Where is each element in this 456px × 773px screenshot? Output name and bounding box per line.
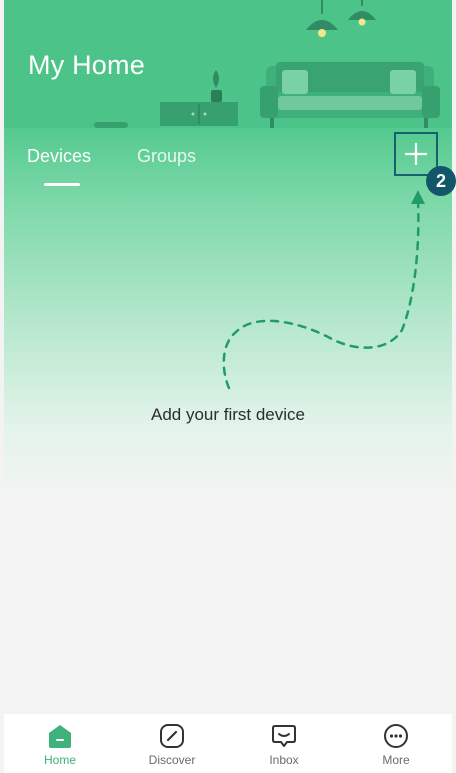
page-title: My Home xyxy=(28,50,145,80)
inbox-icon xyxy=(272,725,296,747)
nav-discover-label: Discover xyxy=(148,753,196,767)
nav-inbox[interactable]: Inbox xyxy=(228,714,340,773)
empty-state-message: Add your first device xyxy=(150,405,305,424)
step-badge: 2 xyxy=(426,166,456,196)
nav-discover[interactable]: Discover xyxy=(116,714,228,773)
plus-icon xyxy=(404,142,428,166)
app-screen: My Home Devices Groups 2 Add your first … xyxy=(0,0,456,773)
home-icon xyxy=(49,725,71,748)
more-icon xyxy=(384,724,408,748)
active-tab-indicator xyxy=(44,183,80,186)
header-banner: My Home xyxy=(4,0,452,128)
nav-more-label: More xyxy=(382,753,410,767)
nav-more[interactable]: More xyxy=(340,714,452,773)
tab-bar: Devices Groups xyxy=(4,140,452,190)
compass-icon xyxy=(160,724,184,748)
nav-home[interactable]: Home xyxy=(4,714,116,773)
nav-inbox-label: Inbox xyxy=(269,753,299,767)
tab-groups[interactable]: Groups xyxy=(137,146,196,167)
bottom-navigation: Home Discover Inbox More xyxy=(4,714,452,773)
nav-home-label: Home xyxy=(43,753,76,767)
tab-devices[interactable]: Devices xyxy=(27,146,91,167)
